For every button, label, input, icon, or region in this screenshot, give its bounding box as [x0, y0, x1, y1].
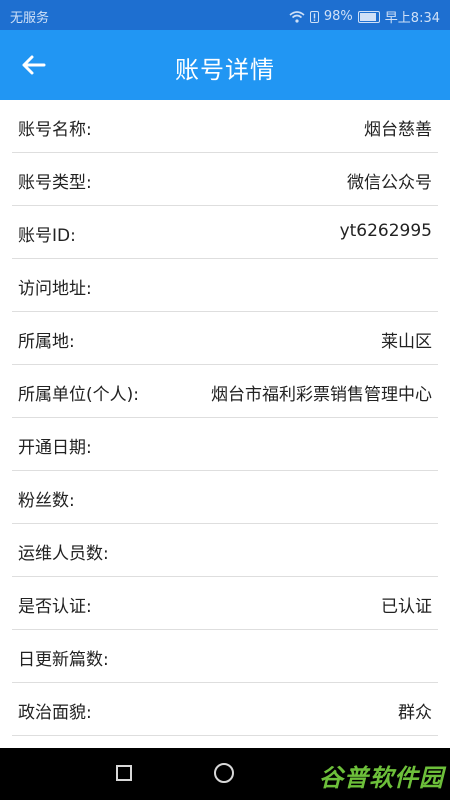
- battery-icon: [357, 10, 380, 23]
- app-header: 账号详情: [0, 30, 450, 100]
- detail-value: 已认证: [381, 597, 432, 617]
- detail-row-followers: 粉丝数:: [12, 471, 438, 524]
- detail-value: 烟台慈善: [364, 120, 432, 140]
- detail-row-account-name: 账号名称: 烟台慈善: [12, 100, 438, 153]
- detail-row-access-url: 访问地址:: [12, 259, 438, 312]
- wifi-icon: [289, 10, 305, 23]
- clock: 早上8:34: [384, 11, 440, 26]
- carrier-label: 无服务: [10, 11, 50, 26]
- detail-label: 所属单位(个人):: [18, 385, 139, 405]
- status-indicators: 98% 早上8:34: [289, 7, 440, 26]
- detail-label: 运维人员数:: [18, 544, 109, 564]
- detail-label: 所属地:: [18, 332, 75, 352]
- status-bar: 无服务 98% 早上8:34: [0, 0, 450, 30]
- detail-row-operators: 运维人员数:: [12, 524, 438, 577]
- detail-value: 微信公众号: [347, 173, 432, 193]
- detail-label: 账号类型:: [18, 173, 92, 193]
- detail-row-account-id: 账号ID: yt6262995: [12, 206, 438, 259]
- phone-info-icon: [309, 10, 319, 23]
- page-title: 账号详情: [175, 56, 275, 84]
- detail-label: 日更新篇数:: [18, 650, 109, 670]
- detail-label: 账号名称:: [18, 120, 92, 140]
- detail-row-verified: 是否认证: 已认证: [12, 577, 438, 630]
- detail-row-location: 所属地: 莱山区: [12, 312, 438, 365]
- detail-label: 开通日期:: [18, 438, 92, 458]
- detail-label: 粉丝数:: [18, 491, 75, 511]
- recent-apps-button[interactable]: [116, 765, 132, 781]
- home-button[interactable]: [214, 763, 234, 783]
- detail-value: 莱山区: [381, 332, 432, 352]
- detail-row-account-type: 账号类型: 微信公众号: [12, 153, 438, 206]
- detail-row-open-date: 开通日期:: [12, 418, 438, 471]
- detail-value: 烟台市福利彩票销售管理中心: [211, 385, 432, 405]
- system-nav-bar: 谷普软件园: [0, 748, 450, 800]
- detail-row-daily-posts: 日更新篇数:: [12, 630, 438, 683]
- detail-label: 访问地址:: [18, 279, 92, 299]
- watermark-logo: 谷普软件园: [319, 764, 444, 792]
- detail-label: 是否认证:: [18, 597, 92, 617]
- detail-label: 账号ID:: [18, 226, 76, 246]
- detail-label: 政治面貌:: [18, 703, 92, 723]
- battery-percent: 98%: [323, 9, 353, 24]
- detail-row-political-status: 政治面貌: 群众: [12, 683, 438, 736]
- account-detail-list: 账号名称: 烟台慈善 账号类型: 微信公众号 账号ID: yt6262995 访…: [0, 100, 450, 736]
- detail-row-organization: 所属单位(个人): 烟台市福利彩票销售管理中心: [12, 365, 438, 418]
- detail-value: yt6262995: [339, 221, 432, 241]
- detail-value: 群众: [398, 703, 432, 723]
